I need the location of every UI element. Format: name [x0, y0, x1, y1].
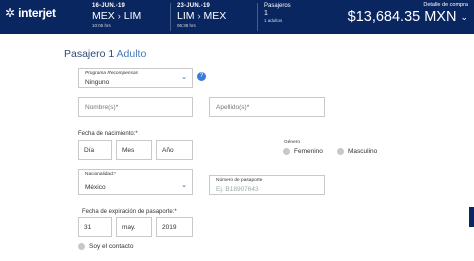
outbound-date: 16-JUN.-19 [92, 3, 126, 9]
passengers-count: 1 [264, 10, 268, 17]
header-divider [257, 3, 258, 31]
chevron-down-icon: ⌄ [181, 182, 187, 189]
passport-exp-month-value: may. [122, 224, 136, 231]
top-bar: ✲ interjet 16-JUN.-19 MEX › LIM 10:05 hr… [0, 0, 474, 34]
contact-radio[interactable] [78, 243, 85, 250]
passenger-type: Adulto [114, 48, 147, 60]
rewards-program-value: Ninguno [85, 79, 110, 86]
nationality-select[interactable]: Nacionalidad:* México ⌄ [78, 169, 193, 195]
page-title: Pasajero 1 Adulto [64, 48, 146, 60]
birth-year-select[interactable]: Año [156, 140, 193, 160]
passport-exp-month-select[interactable]: may. [116, 217, 152, 237]
outbound-origin: MEX [92, 10, 115, 22]
gender-label: Género [284, 140, 300, 145]
return-time: 06:38 hrs [177, 23, 196, 28]
rewards-program-label: Programa Recompensas [85, 71, 139, 76]
passenger-number: Pasajero 1 [64, 48, 115, 60]
birth-month-select[interactable]: Mes [116, 140, 152, 160]
nationality-value: México [85, 184, 106, 191]
purchase-detail[interactable]: Detalle de compra $13,684.35 MXN ⌄ [348, 2, 468, 25]
passengers-sub: 1 adultos [264, 18, 283, 23]
passport-exp-year-select[interactable]: 2019 [156, 217, 193, 237]
passport-number-label: Número de pasaporte [216, 178, 263, 183]
male-label: Masculino [348, 148, 378, 155]
outbound-flight-summary: 16-JUN.-19 MEX › LIM 10:05 hrs [92, 3, 141, 28]
chevron-right-icon: › [197, 11, 201, 21]
passengers-summary: Pasajeros 1 1 adultos [264, 3, 291, 23]
outbound-destination: LIM [123, 10, 142, 22]
passengers-title: Pasajeros [264, 3, 291, 9]
side-tab[interactable] [469, 207, 474, 227]
total-amount: $13,684.35 [347, 9, 421, 25]
star-icon: ✲ [5, 6, 16, 20]
brand-name: interjet [18, 6, 56, 20]
return-destination: MEX [203, 10, 227, 22]
female-radio[interactable] [283, 148, 290, 155]
currency: MXN [424, 9, 457, 25]
purchase-detail-label: Detalle de compra [423, 2, 468, 8]
chevron-down-icon[interactable]: ⌄ [460, 12, 468, 23]
birth-month-value: Mes [122, 147, 135, 154]
return-origin: LIM [177, 10, 195, 22]
required-marker: * [115, 104, 119, 111]
birth-year-value: Año [162, 147, 174, 154]
last-name-placeholder: Apellido(s) [216, 104, 247, 111]
return-flight-summary: 23-JUN.-19 LIM › MEX 06:38 hrs [177, 3, 226, 28]
male-radio[interactable] [337, 148, 344, 155]
first-name-field[interactable]: Nombre(s)* [78, 97, 193, 117]
birth-date-label: Fecha de nacimiento:* [78, 131, 138, 137]
passport-number-field[interactable]: Número de pasaporte Ej. B18907643 [209, 175, 325, 195]
birth-day-select[interactable]: Día [78, 140, 112, 160]
nationality-label: Nacionalidad:* [85, 172, 116, 177]
contact-label: Soy el contacto [89, 243, 134, 250]
rewards-program-select[interactable]: Programa Recompensas Ninguno ⌄ [78, 68, 193, 88]
passport-exp-year-value: 2019 [162, 224, 177, 231]
header-divider [170, 3, 171, 31]
required-marker: * [246, 104, 250, 111]
passport-exp-day-select[interactable]: 31 [78, 217, 112, 237]
help-icon[interactable]: ? [197, 72, 206, 81]
interjet-logo[interactable]: ✲ interjet [5, 6, 56, 20]
birth-day-value: Día [84, 147, 95, 154]
return-date: 23-JUN.-19 [177, 3, 211, 9]
passport-exp-day-value: 31 [84, 224, 92, 231]
chevron-right-icon: › [117, 11, 121, 21]
passport-expiration-label: Fecha de expiración de pasaporte:* [82, 209, 177, 215]
last-name-field[interactable]: Apellido(s)* [209, 97, 325, 117]
chevron-down-icon: ⌄ [181, 74, 187, 81]
female-label: Femenino [294, 148, 323, 155]
first-name-placeholder: Nombre(s) [85, 104, 116, 111]
outbound-time: 10:05 hrs [92, 23, 111, 28]
passport-number-placeholder: Ej. B18907643 [216, 186, 259, 193]
